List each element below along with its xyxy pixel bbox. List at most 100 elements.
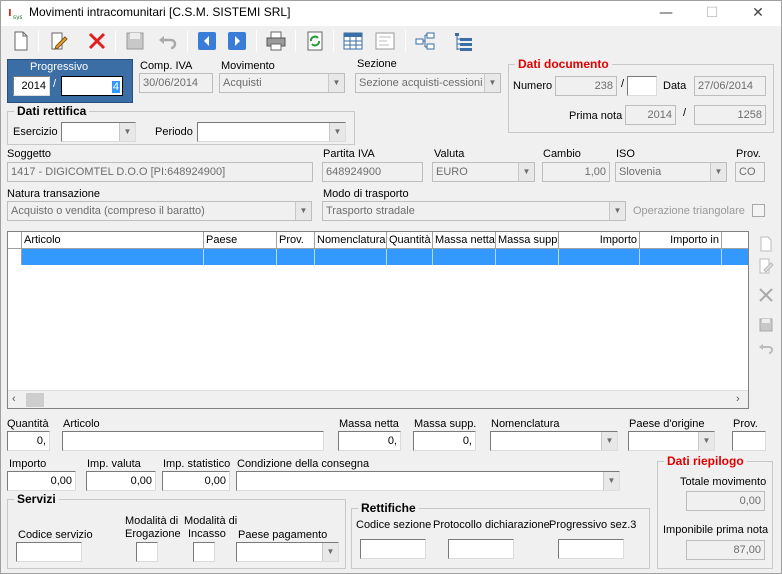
codice-servizio-field[interactable] (16, 542, 82, 562)
esercizio-select[interactable]: ▼ (61, 122, 136, 142)
column-header[interactable]: Quantità (387, 232, 433, 249)
save-icon (759, 318, 773, 332)
massa-netta-field[interactable]: 0, (338, 431, 401, 451)
table-row[interactable] (8, 249, 748, 265)
numero-field[interactable]: 238 (555, 76, 617, 96)
prima-nota-number-field[interactable]: 1258 (694, 105, 766, 125)
undo-button[interactable] (155, 29, 179, 53)
progressivo-year-field[interactable]: 2014 (13, 76, 50, 96)
paese-origine-select[interactable]: ▼ (628, 431, 715, 451)
movimento-select[interactable]: Acquisti ▼ (219, 73, 345, 93)
print-button[interactable] (264, 29, 288, 53)
minimize-button[interactable]: — (643, 1, 689, 26)
column-header[interactable]: Importo (559, 232, 640, 249)
soggetto-field[interactable]: 1417 - DIGICOMTEL D.O.O [PI:648924900] (7, 162, 313, 182)
refresh-button[interactable] (303, 29, 327, 53)
scroll-thumb[interactable] (26, 393, 44, 407)
iso-select[interactable]: Slovenia ▼ (615, 162, 727, 182)
svg-text:I: I (8, 8, 12, 19)
column-header[interactable]: Nomenclatura (315, 232, 387, 249)
codice-sezione-field[interactable] (360, 539, 426, 559)
column-header[interactable]: Articolo (22, 232, 204, 249)
periodo-select[interactable]: ▼ (197, 122, 346, 142)
dati-rettifica-group: Dati rettifica Esercizio ▼ Periodo ▼ (7, 104, 355, 145)
column-header[interactable]: Massa supp. (496, 232, 559, 249)
chevron-down-icon: ▼ (295, 202, 311, 220)
save-button[interactable] (123, 29, 147, 53)
modalita-incasso-field[interactable] (193, 542, 215, 562)
edit-icon (759, 258, 774, 274)
chevron-down-icon: ▼ (710, 163, 726, 181)
sezione-select[interactable]: Sezione acquisti-cessioni ▼ (355, 73, 501, 93)
chevron-down-icon: ▼ (698, 432, 714, 450)
movimento-label: Movimento (221, 60, 275, 72)
form-view-icon (375, 32, 395, 50)
paese-pagamento-select[interactable]: ▼ (236, 542, 339, 562)
row-new-button[interactable] (755, 233, 777, 255)
servizi-title: Servizi (14, 492, 59, 506)
hierarchy-icon (415, 32, 435, 50)
imp-valuta-field[interactable]: 0,00 (86, 471, 156, 491)
servizi-group: Servizi Codice servizio Modalità di Erog… (7, 492, 346, 569)
data-field[interactable]: 27/06/2014 (694, 76, 766, 96)
nomenclatura-select[interactable]: ▼ (490, 431, 618, 451)
column-header[interactable]: Massa netta (433, 232, 496, 249)
row-edit-button[interactable] (755, 255, 777, 277)
edit-button[interactable] (47, 29, 71, 53)
new-button[interactable] (9, 29, 33, 53)
condizione-consegna-select[interactable]: ▼ (236, 471, 620, 491)
scroll-left-icon[interactable]: ‹ (12, 393, 16, 405)
cambio-field[interactable]: 1,00 (542, 162, 610, 182)
prov-field[interactable]: CO (735, 162, 765, 182)
valuta-select[interactable]: EURO ▼ (432, 162, 535, 182)
column-header[interactable]: Prov. (277, 232, 315, 249)
imp-statistico-field[interactable]: 0,00 (162, 471, 230, 491)
progressivo-sez3-field[interactable] (558, 539, 624, 559)
imponibile-prima-nota-field[interactable]: 87,00 (686, 540, 765, 560)
modalita-erogazione-field[interactable] (136, 542, 158, 562)
next-button[interactable] (225, 29, 249, 53)
operazione-triangolare-checkbox[interactable] (752, 204, 765, 217)
importo-field[interactable]: 0,00 (7, 471, 76, 491)
window-title: Movimenti intracomunitari [C.S.M. SISTEM… (29, 5, 291, 19)
partita-iva-field[interactable]: 648924900 (322, 162, 423, 182)
chevron-down-icon: ▼ (609, 202, 625, 220)
delete-button[interactable] (85, 29, 109, 53)
new-document-icon (760, 236, 772, 252)
grid-view-button[interactable] (341, 29, 365, 53)
chevron-down-icon: ▼ (322, 543, 338, 561)
comp-iva-field[interactable]: 30/06/2014 (139, 73, 213, 93)
edit-icon (51, 32, 68, 50)
comp-iva-label: Comp. IVA (140, 60, 193, 72)
save-icon (126, 32, 144, 50)
chevron-down-icon: ▼ (518, 163, 534, 181)
row-delete-button[interactable] (755, 284, 777, 306)
chevron-down-icon: ▼ (329, 123, 345, 141)
numero-suffix-field[interactable] (627, 76, 657, 96)
scroll-right-icon[interactable]: › (736, 393, 740, 405)
list-tree-button[interactable] (451, 29, 475, 53)
articolo-field[interactable] (62, 431, 324, 451)
massa-supp-field[interactable]: 0, (413, 431, 476, 451)
form-view-button[interactable] (373, 29, 397, 53)
hierarchy-button[interactable] (413, 29, 437, 53)
close-window-button[interactable]: ✕ (735, 1, 781, 26)
previous-button[interactable] (195, 29, 219, 53)
dati-documento-title: Dati documento (515, 57, 612, 71)
column-header[interactable]: Importo in (640, 232, 722, 249)
chevron-down-icon: ▼ (328, 74, 344, 92)
row-undo-button[interactable] (755, 337, 777, 359)
quantita-field[interactable]: 0, (7, 431, 50, 451)
horizontal-scrollbar[interactable]: ‹ › (8, 390, 748, 408)
protocollo-field[interactable] (448, 539, 514, 559)
progressivo-number-field[interactable]: 4 (61, 76, 123, 96)
column-header[interactable]: Paese (204, 232, 277, 249)
maximize-button[interactable]: ☐ (689, 1, 735, 26)
totale-movimento-field[interactable]: 0,00 (686, 491, 765, 511)
prima-nota-year-field[interactable]: 2014 (625, 105, 676, 125)
natura-transazione-select[interactable]: Acquisto o vendita (compreso il baratto)… (7, 201, 312, 221)
riga-prov-field[interactable] (732, 431, 766, 451)
modo-trasporto-select[interactable]: Trasporto stradale ▼ (322, 201, 626, 221)
previous-icon (198, 32, 216, 50)
row-save-button[interactable] (755, 314, 777, 336)
